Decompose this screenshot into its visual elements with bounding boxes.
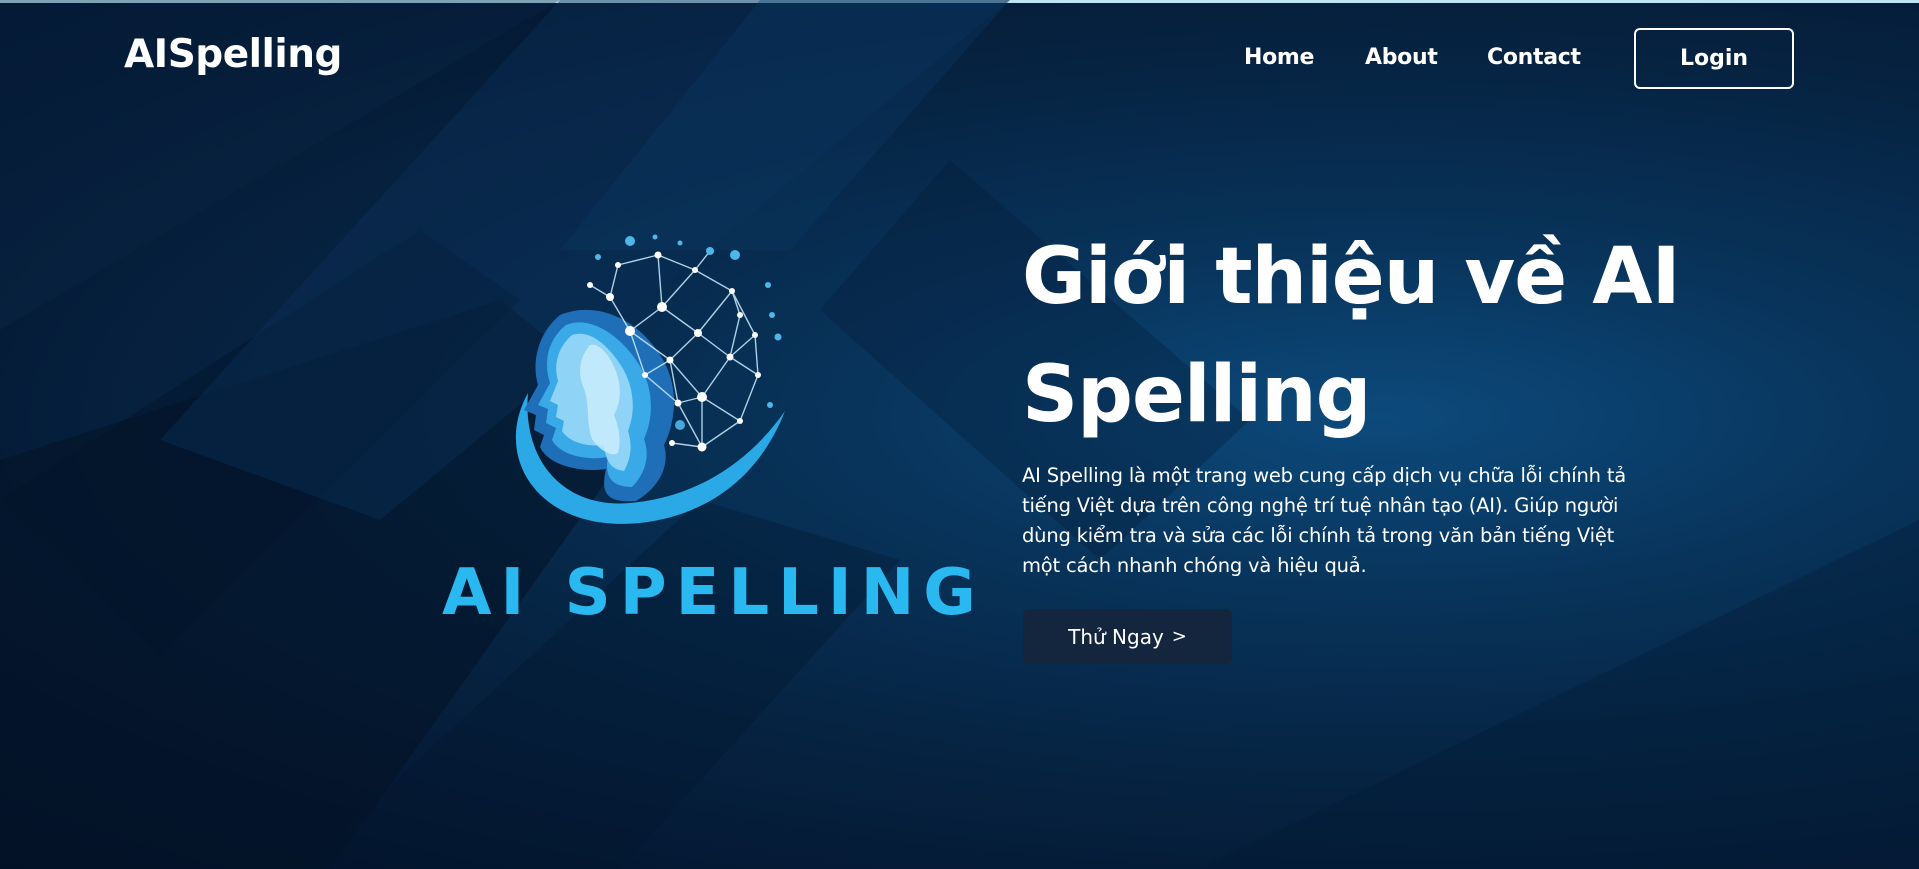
nav-home[interactable]: Home (1244, 45, 1314, 70)
login-button[interactable]: Login (1634, 28, 1794, 89)
logo-wordmark: AI SPELLING (442, 556, 985, 630)
chevron-right-icon: > (1171, 626, 1187, 647)
nav-about[interactable]: About (1365, 45, 1438, 70)
hero-title-line-2: Spelling (1022, 350, 1371, 440)
hero-title: Giới thiệu về AI Spelling (1022, 218, 1722, 454)
brand-logo[interactable]: AISpelling (124, 32, 342, 77)
page: AISpelling Home About Contact Login AI S… (0, 0, 1919, 869)
ai-head-logo-icon (515, 234, 785, 524)
try-now-label: Thử Ngay (1068, 624, 1164, 649)
nav-contact[interactable]: Contact (1487, 45, 1581, 70)
hero-description: AI Spelling là một trang web cung cấp dị… (1022, 464, 1627, 577)
try-now-button[interactable]: Thử Ngay > (1023, 609, 1232, 664)
hero-title-line-1: Giới thiệu về AI (1022, 232, 1681, 322)
